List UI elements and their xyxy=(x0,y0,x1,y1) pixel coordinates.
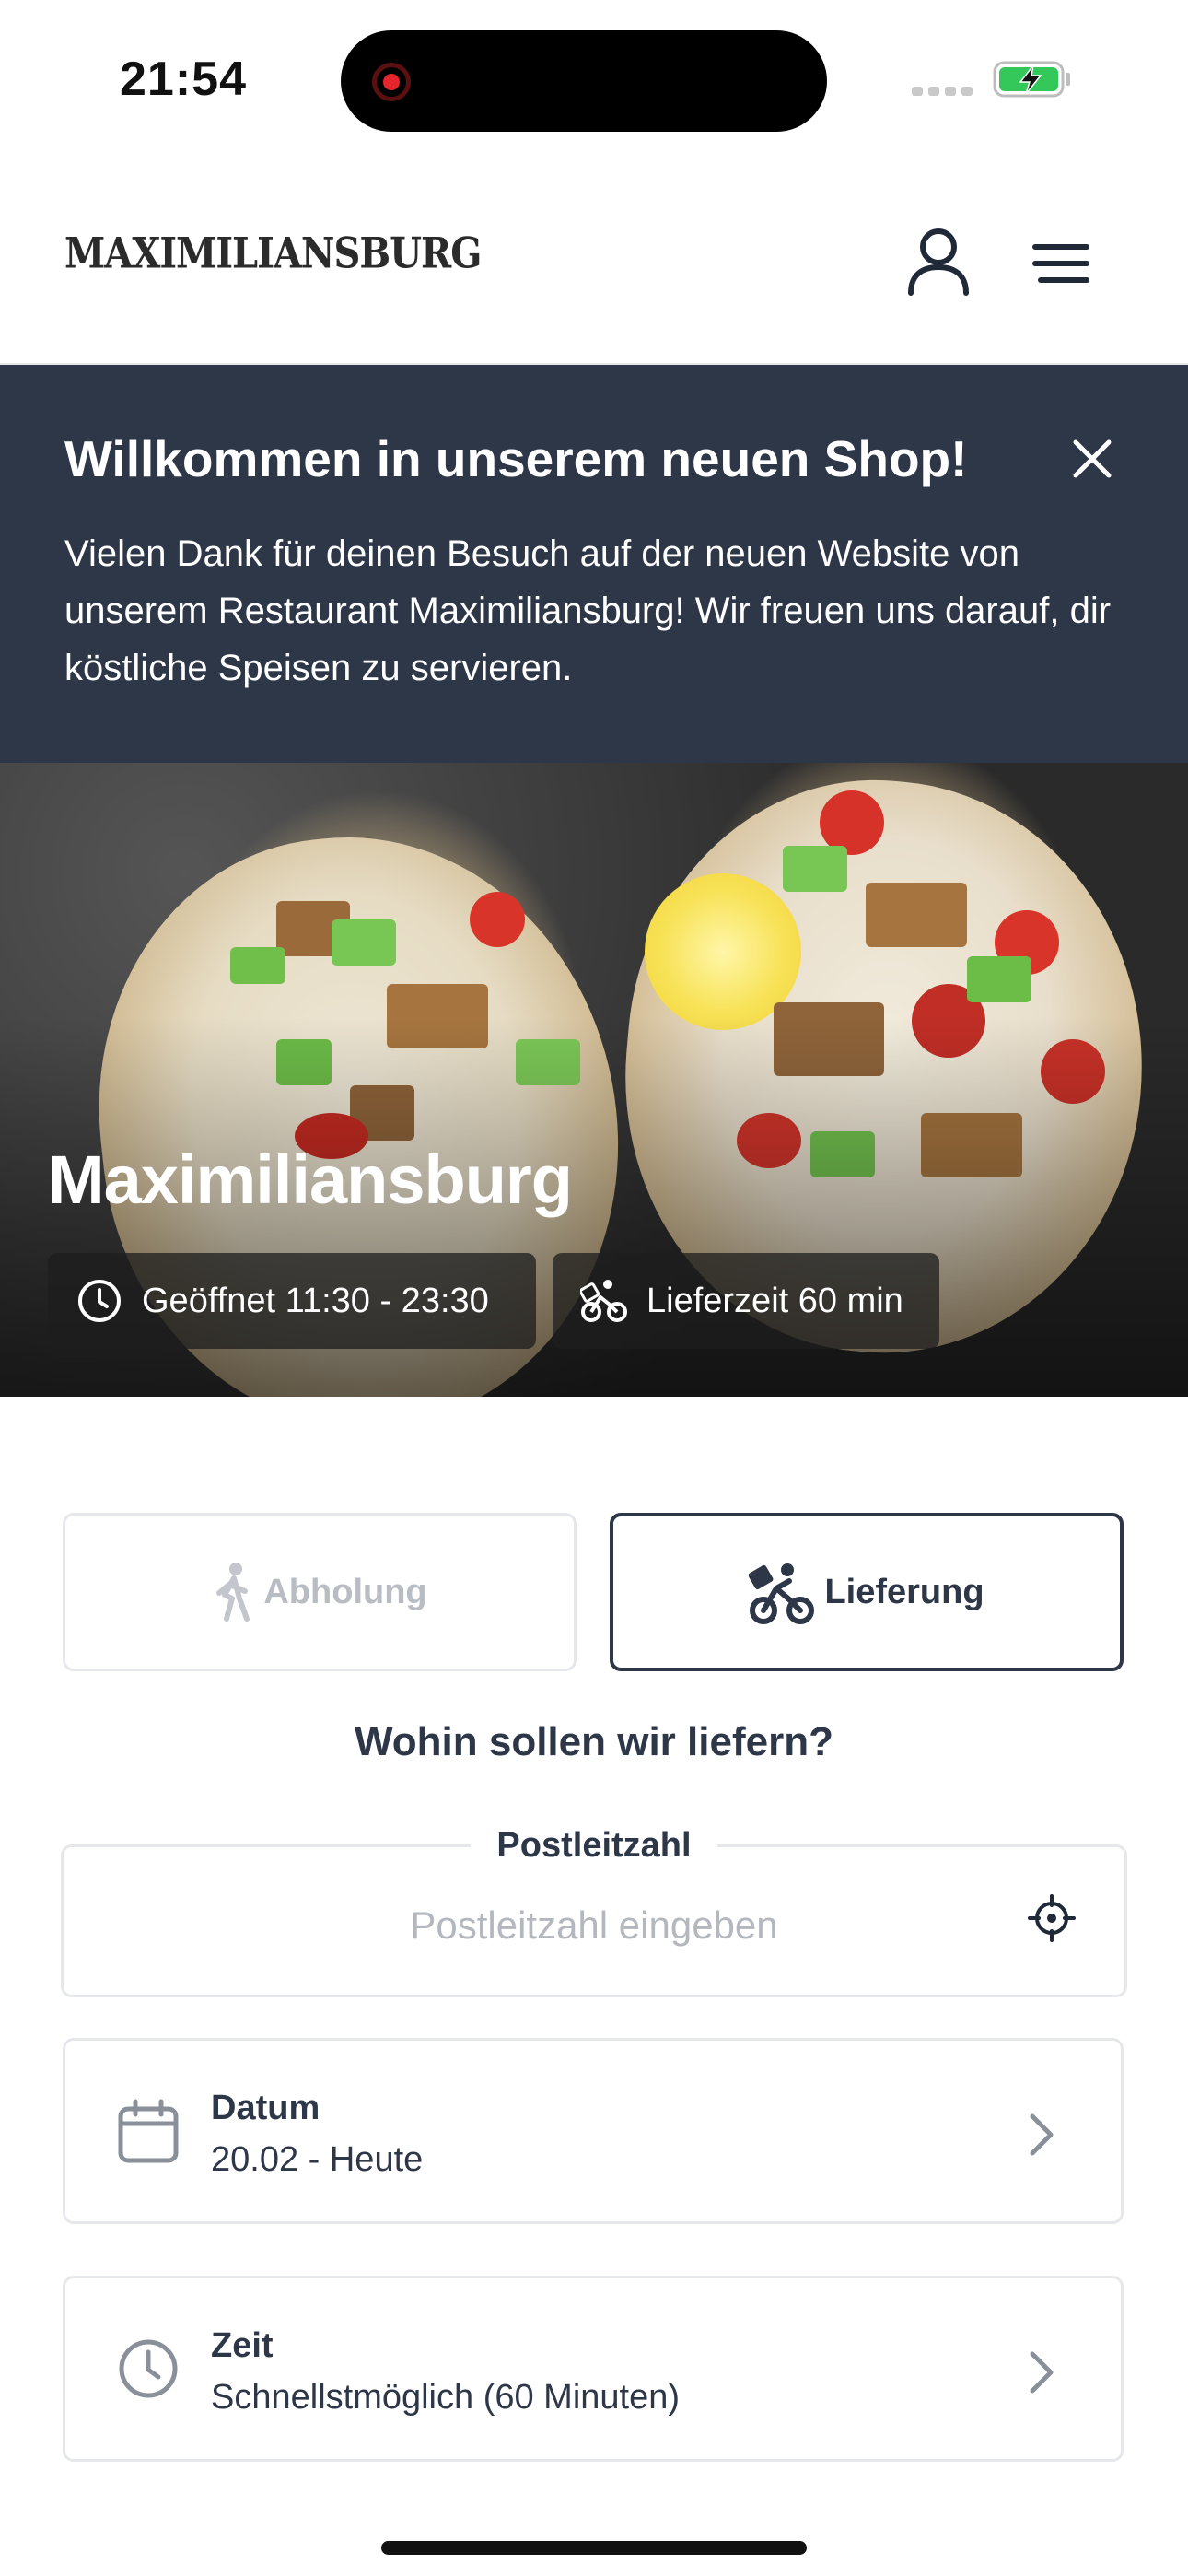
delivery-question: Wohin sollen wir liefern? xyxy=(355,1719,833,1764)
close-icon[interactable] xyxy=(1068,435,1116,483)
walking-person-icon xyxy=(216,1563,250,1622)
delivery-time-badge: Lieferzeit 60 min xyxy=(553,1253,939,1349)
pickup-button[interactable]: Abholung xyxy=(63,1513,577,1671)
locate-crosshair-icon[interactable] xyxy=(1028,1894,1076,1942)
bike-delivery-icon xyxy=(749,1563,815,1624)
home-indicator[interactable] xyxy=(381,2541,807,2555)
welcome-banner: Willkommen in unserem neuen Shop! Vielen… xyxy=(0,365,1188,763)
postcode-input[interactable] xyxy=(92,1889,1096,1962)
time-value: Schnellstmöglich (60 Minuten) xyxy=(211,2378,681,2417)
dynamic-island xyxy=(341,30,827,132)
delivery-label: Lieferung xyxy=(824,1572,984,1611)
restaurant-logo[interactable]: MAXIMILIANSBURG xyxy=(64,228,482,278)
time-selector[interactable]: Zeit Schnellstmöglich (60 Minuten) xyxy=(63,2276,1124,2462)
hero-image: Maximiliansburg Geöffnet 11:30 - 23:30 L… xyxy=(0,763,1188,1397)
chevron-right-icon xyxy=(1030,2351,1054,2394)
banner-text: Vielen Dank für deinen Besuch auf der ne… xyxy=(64,533,1112,688)
postcode-label: Postleitzahl xyxy=(0,1826,1188,1866)
user-icon[interactable] xyxy=(906,227,971,297)
date-selector[interactable]: Datum 20.02 - Heute xyxy=(63,2038,1124,2224)
hamburger-menu-icon[interactable] xyxy=(1030,241,1090,286)
delivery-time-text: Lieferzeit 60 min xyxy=(646,1281,903,1320)
opening-hours-text: Geöffnet 11:30 - 23:30 xyxy=(142,1281,489,1320)
date-title: Datum xyxy=(211,2089,320,2127)
banner-title: Willkommen in unserem neuen Shop! xyxy=(64,430,968,487)
pickup-label: Abholung xyxy=(263,1572,427,1611)
date-value: 20.02 - Heute xyxy=(211,2140,424,2179)
delivery-button[interactable]: Lieferung xyxy=(610,1513,1124,1671)
battery-charging-icon xyxy=(993,61,1070,98)
chevron-right-icon xyxy=(1030,2113,1054,2156)
site-header: MAXIMILIANSBURG xyxy=(0,157,1188,365)
bike-delivery-icon xyxy=(580,1280,627,1322)
clock-icon xyxy=(119,2339,178,2398)
recording-indicator-icon xyxy=(372,63,411,101)
restaurant-name: Maximiliansburg xyxy=(48,1142,573,1218)
calendar-icon xyxy=(118,2099,179,2163)
status-time: 21:54 xyxy=(120,53,247,106)
status-bar: 21:54 xyxy=(0,0,1188,157)
time-title: Zeit xyxy=(211,2326,274,2365)
opening-hours-badge: Geöffnet 11:30 - 23:30 xyxy=(48,1253,536,1349)
signal-icon xyxy=(912,87,973,96)
clock-icon xyxy=(78,1280,121,1322)
